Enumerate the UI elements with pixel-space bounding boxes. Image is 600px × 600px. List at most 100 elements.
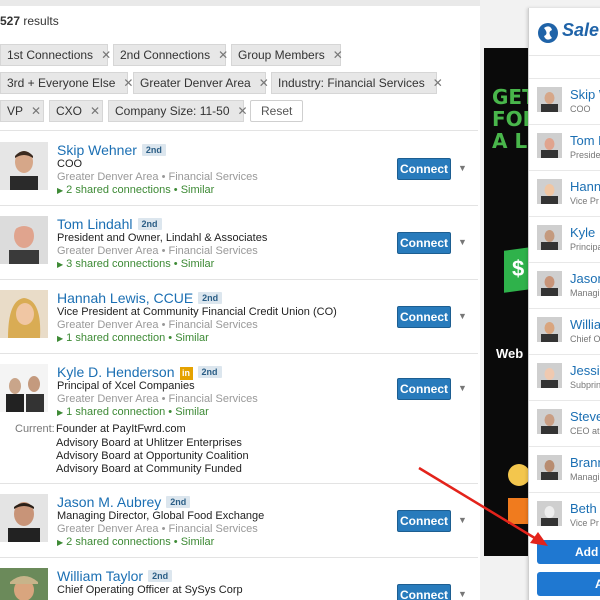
avatar [537,409,562,434]
salesforce-contact[interactable]: Tom L Preside [529,124,600,170]
filter-chip[interactable]: CXO ✕ [49,100,103,122]
salesforce-logo-text: Sale [562,20,600,40]
contact-name[interactable]: Steve [570,409,600,424]
person-name[interactable]: Hannah Lewis, CCUE 2nd [57,290,223,306]
divider [0,557,478,558]
person-name-text[interactable]: Hannah Lewis, CCUE [57,290,193,306]
connect-button[interactable]: Connect [397,510,451,532]
contact-name[interactable]: Jessic [570,363,600,378]
chevron-down-icon[interactable]: ▼ [458,311,467,321]
secondary-add-button[interactable]: A [537,572,600,596]
person-title: Principal of Xcel Companies [57,380,195,392]
similar-link[interactable]: Similar [175,332,209,344]
similar-link[interactable]: Similar [181,258,215,270]
filter-chip-label: Industry: Financial Services [278,76,425,90]
result-item: Kyle D. Henderson in 2nd Principal of Xcel… [0,360,478,482]
salesforce-contact[interactable]: Skip W COO [529,78,600,124]
salesforce-contact[interactable]: Jessic Subprin [529,354,600,400]
chevron-down-icon[interactable]: ▼ [458,383,467,393]
connect-button[interactable]: Connect [397,158,451,180]
shared-link[interactable]: 3 shared connections [66,258,171,270]
current-label: Current: [15,423,55,435]
person-location: Greater Denver Area • Financial Services [57,319,258,331]
filter-chip-label: CXO [56,104,83,118]
salesforce-contact[interactable]: Jason Managi [529,262,600,308]
filter-chip-label: VP [7,104,24,118]
advertisement-banner[interactable]: GET FOR A L $ Web [484,48,528,556]
avatar [537,363,562,388]
contact-name[interactable]: Hann [570,179,600,194]
avatar[interactable] [0,494,48,542]
shared-link[interactable]: 2 shared connections [66,536,171,548]
similar-link[interactable]: Similar [181,184,215,196]
avatar[interactable] [0,568,48,600]
filter-chip[interactable]: VP ✕ [0,100,44,122]
avatar [537,133,562,158]
chevron-down-icon[interactable]: ▼ [458,589,467,599]
location-text: Greater Denver Area [57,523,159,535]
contact-name[interactable]: Brann [570,455,600,470]
connect-button[interactable]: Connect [397,378,451,400]
salesforce-contact[interactable]: Beth Vice Pr [529,492,600,538]
salesforce-contact[interactable]: Brann Managi [529,446,600,492]
person-name-text[interactable]: William Taylor [57,568,143,584]
remove-icon[interactable]: ✕ [259,76,269,90]
connect-button[interactable]: Connect [397,306,451,328]
avatar[interactable] [0,216,48,264]
filter-chip[interactable]: Greater Denver Area ✕ [133,72,269,94]
filter-chip[interactable]: 2nd Connections ✕ [113,44,228,66]
salesforce-contact[interactable]: Willia Chief O [529,308,600,354]
similar-link[interactable]: Similar [175,406,209,418]
contact-name[interactable]: Kyle I [570,225,600,240]
contact-name[interactable]: Jason [570,271,600,286]
add-button[interactable]: Add A [537,540,600,564]
avatar [537,271,562,296]
person-name-text[interactable]: Tom Lindahl [57,216,133,232]
reset-button[interactable]: Reset [250,100,304,122]
salesforce-contact[interactable]: Steve CEO at [529,400,600,446]
filter-chip[interactable]: Industry: Financial Services ✕ [271,72,443,94]
contact-name[interactable]: Beth [570,501,597,516]
salesforce-contact[interactable]: Kyle I Principa [529,216,600,262]
person-name[interactable]: Tom Lindahl 2nd [57,216,162,232]
avatar[interactable] [0,142,48,190]
person-name[interactable]: Kyle D. Henderson in 2nd [57,364,222,380]
filter-chip[interactable]: Group Members ✕ [231,44,343,66]
remove-icon[interactable]: ✕ [90,104,100,118]
person-name[interactable]: William Taylor 2nd [57,568,173,584]
remove-icon[interactable]: ✕ [101,48,111,62]
mascot-icon [508,464,528,486]
shared-link[interactable]: 1 shared connection [66,332,165,344]
connect-button[interactable]: Connect [397,584,451,600]
connect-button[interactable]: Connect [397,232,451,254]
contact-name[interactable]: Tom L [570,133,600,148]
remove-icon[interactable]: ✕ [433,76,443,90]
remove-icon[interactable]: ✕ [123,76,133,90]
industry-text: Financial Services [168,319,258,331]
person-name[interactable]: Jason M. Aubrey 2nd [57,494,191,510]
shared-link[interactable]: 2 shared connections [66,184,171,196]
shared-link[interactable]: 1 shared connection [66,406,165,418]
avatar[interactable] [0,290,48,338]
remove-icon[interactable]: ✕ [238,104,248,118]
filter-chip[interactable]: 3rd + Everyone Else ✕ [0,72,133,94]
chevron-down-icon[interactable]: ▼ [458,237,467,247]
chevron-down-icon[interactable]: ▼ [458,515,467,525]
contact-name[interactable]: Willia [570,317,600,332]
person-name-text[interactable]: Kyle D. Henderson [57,364,175,380]
remove-icon[interactable]: ✕ [31,104,41,118]
contact-name[interactable]: Skip W [570,87,600,102]
filter-chip[interactable]: Company Size: 11-50 ✕ [108,100,248,122]
filter-chip[interactable]: 1st Connections ✕ [0,44,111,66]
remove-icon[interactable]: ✕ [218,48,228,62]
person-name-text[interactable]: Jason M. Aubrey [57,494,161,510]
screen: 527 results 1st Connections ✕ 2nd Connect… [0,0,600,600]
similar-link[interactable]: Similar [181,536,215,548]
location-text: Greater Denver Area [57,319,159,331]
salesforce-contact[interactable]: Hann Vice Pr [529,170,600,216]
remove-icon[interactable]: ✕ [333,48,343,62]
chevron-down-icon[interactable]: ▼ [458,163,467,173]
avatar[interactable] [0,364,48,412]
person-name[interactable]: Skip Wehner 2nd [57,142,166,158]
person-name-text[interactable]: Skip Wehner [57,142,137,158]
